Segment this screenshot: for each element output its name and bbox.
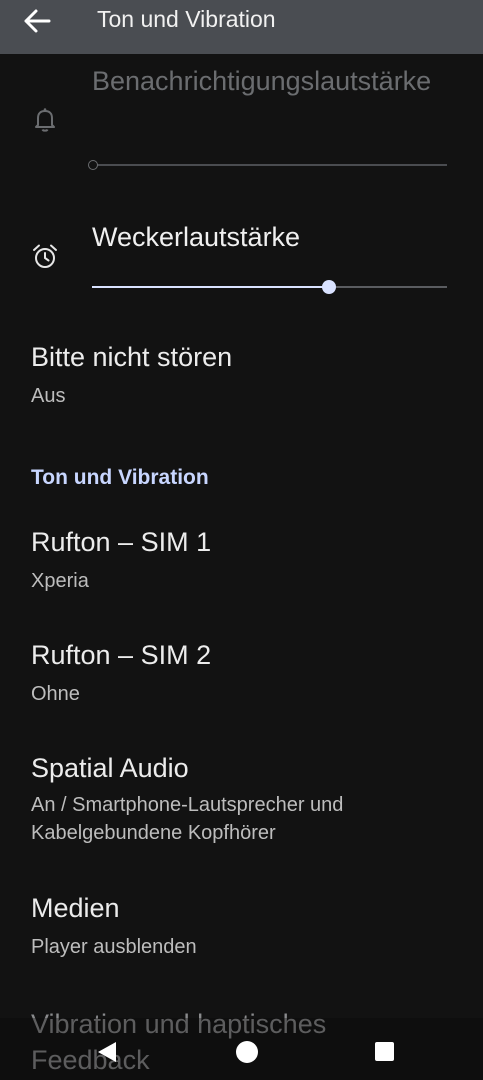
notification-volume-thumb[interactable]: [88, 160, 98, 170]
spatial-audio-item[interactable]: Spatial Audio An / Smartphone-Lautsprech…: [0, 741, 483, 871]
back-button[interactable]: [22, 8, 52, 34]
nav-home-icon[interactable]: [236, 1041, 258, 1063]
do-not-disturb-title: Bitte nicht stören: [31, 342, 233, 372]
notification-volume-slider[interactable]: [88, 160, 447, 170]
alarm-volume-fill: [92, 286, 329, 288]
ringtone-sim1-title: Rufton – SIM 1: [31, 527, 212, 557]
ringtone-sim2-title: Rufton – SIM 2: [31, 640, 212, 670]
media-title: Medien: [31, 893, 120, 923]
nav-recents-icon[interactable]: [375, 1042, 394, 1061]
do-not-disturb-summary: Aus: [31, 385, 66, 407]
alarm-volume-label: Weckerlautstärke: [92, 222, 301, 252]
alarm-volume-slider[interactable]: [92, 280, 447, 294]
alarm-volume-row: Weckerlautstärke: [0, 210, 483, 310]
arrow-left-icon: [24, 9, 51, 33]
alarm-volume-thumb[interactable]: [321, 280, 336, 294]
nav-back-icon[interactable]: [96, 1040, 118, 1064]
media-item[interactable]: Medien Player ausblenden: [0, 881, 483, 981]
alarm-clock-icon: [30, 242, 60, 272]
ringtone-sim1-summary: Xperia: [31, 570, 89, 592]
bell-icon: [30, 104, 60, 134]
ringtone-sim2-summary: Ohne: [31, 683, 80, 705]
page-title: Ton und Vibration: [97, 6, 276, 32]
ringtone-sim2-item[interactable]: Rufton – SIM 2 Ohne: [0, 628, 483, 728]
do-not-disturb-item[interactable]: Bitte nicht stören Aus: [0, 330, 483, 430]
notification-volume-row: Benachrichtigungslautstärke: [0, 54, 483, 184]
ringtone-sim1-item[interactable]: Rufton – SIM 1 Xperia: [0, 515, 483, 615]
app-bar: Ton und Vibration: [0, 0, 483, 54]
notification-volume-label: Benachrichtigungslautstärke: [92, 66, 432, 96]
spatial-audio-summary: An / Smartphone-Lautsprecher und Kabelge…: [31, 794, 344, 844]
section-header: Ton und Vibration: [31, 466, 209, 489]
media-summary: Player ausblenden: [31, 936, 197, 958]
spatial-audio-title: Spatial Audio: [31, 753, 189, 783]
